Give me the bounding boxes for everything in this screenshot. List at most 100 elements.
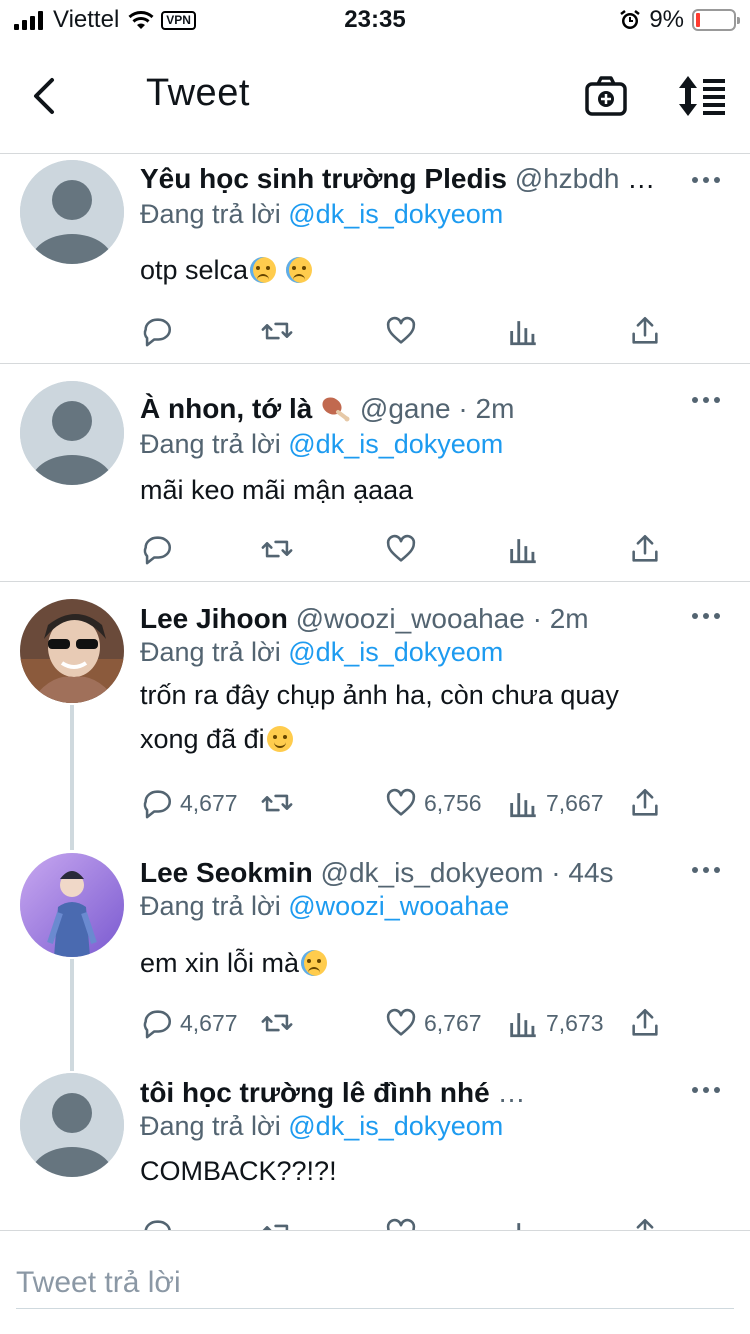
display-name[interactable]: Lee Jihoon — [140, 603, 288, 634]
views-button[interactable] — [506, 311, 540, 351]
reply-button[interactable]: 4,677 — [140, 1003, 238, 1043]
reply-button[interactable] — [140, 529, 174, 569]
tweet-item[interactable]: tôi học trường lê đình nhé … Đang trả lờ… — [0, 1057, 750, 1230]
display-name[interactable]: Lee Seokmin — [140, 857, 313, 888]
profile-photo-jihoon — [20, 599, 124, 703]
tweet-text-line: xong đã đi — [140, 724, 265, 754]
display-name[interactable]: À nhon, tớ là — [140, 393, 312, 424]
tweet-text-line: trốn ra đây chụp ảnh ha, còn chưa quay — [140, 680, 619, 710]
more-options-icon[interactable] — [692, 395, 720, 405]
retweet-button[interactable] — [260, 1003, 294, 1043]
like-button[interactable]: 6,767 — [384, 1003, 482, 1043]
battery-percent: 9% — [649, 6, 684, 33]
default-avatar-icon — [20, 160, 124, 264]
tweet-text: mãi keo mãi mận ạaaa — [140, 475, 414, 505]
views-button[interactable]: 7,673 — [506, 1003, 604, 1043]
camera-add-icon[interactable] — [584, 74, 628, 118]
loudly-crying-face-icon — [285, 257, 312, 283]
retweet-button[interactable] — [260, 1213, 294, 1230]
reply-button[interactable]: 4,677 — [140, 783, 238, 823]
share-button[interactable] — [628, 1213, 662, 1230]
tweet-item[interactable]: À nhon, tớ là @gane · 2m Đang trả lời @d… — [0, 365, 750, 582]
tweet-actions — [140, 311, 680, 351]
share-button[interactable] — [628, 1003, 662, 1043]
avatar[interactable] — [20, 599, 124, 703]
more-options-icon[interactable] — [692, 865, 720, 875]
share-button[interactable] — [628, 311, 662, 351]
views-bar-chart-icon — [517, 1223, 521, 1230]
page-title: Tweet — [146, 72, 250, 114]
alarm-icon — [620, 10, 641, 29]
views-button[interactable] — [506, 529, 540, 569]
retweet-icon — [261, 540, 293, 558]
reply-button[interactable] — [140, 1213, 174, 1230]
retweet-button[interactable] — [260, 783, 294, 823]
replying-to-handle[interactable]: @woozi_wooahae — [288, 891, 509, 921]
replying-to-handle[interactable]: @dk_is_dokyeom — [288, 1111, 503, 1141]
avatar[interactable] — [20, 1073, 124, 1177]
tweet-item[interactable]: Lee Jihoon @woozi_wooahae · 2m Đang trả … — [0, 583, 750, 837]
reply-button[interactable] — [140, 311, 174, 351]
tweet-actions: 4,677 6,756 7,667 — [140, 783, 680, 823]
like-button[interactable] — [384, 1213, 418, 1230]
retweet-button[interactable] — [260, 529, 294, 569]
status-right: 9% — [619, 6, 740, 34]
share-icon — [632, 316, 658, 344]
retweet-button[interactable] — [260, 311, 294, 351]
avatar[interactable] — [20, 160, 124, 264]
default-avatar-icon — [20, 381, 124, 485]
sort-replies-icon[interactable] — [676, 74, 728, 118]
share-button[interactable] — [628, 529, 662, 569]
crying-face-icon — [301, 950, 328, 976]
tweet-text-content: otp selca — [140, 255, 249, 285]
tweet-item[interactable]: Yêu học sinh trường Pledis @hzbdh · … Đa… — [0, 155, 750, 364]
more-options-icon[interactable] — [692, 175, 720, 185]
tweet-text-content: em xin lỗi mà — [140, 948, 300, 978]
share-button[interactable] — [628, 783, 662, 823]
views-button[interactable]: 7,667 — [506, 783, 604, 823]
replying-to-handle[interactable]: @dk_is_dokyeom — [288, 199, 503, 229]
replying-to: Đang trả lời @dk_is_dokyeom — [140, 429, 503, 460]
like-count: 6,756 — [424, 789, 482, 816]
reply-icon — [143, 536, 171, 565]
reply-input[interactable] — [16, 1257, 734, 1309]
views-bar-chart-icon — [510, 321, 536, 346]
views-bar-chart-icon — [510, 793, 536, 818]
back-arrow-icon[interactable] — [24, 74, 64, 118]
loudly-crying-face-icon — [250, 257, 277, 283]
heart-icon — [386, 1008, 416, 1036]
more-options-icon[interactable] — [692, 1085, 720, 1095]
profile-photo-seokmin — [20, 853, 124, 957]
display-name[interactable]: tôi học trường lê đình nhé — [140, 1077, 490, 1108]
tweet-item[interactable]: Lee Seokmin @dk_is_dokyeom · 44s Đang tr… — [0, 837, 750, 1057]
views-count: 7,667 — [546, 789, 604, 816]
like-button[interactable] — [384, 529, 418, 569]
replying-to-label: Đang trả lời — [140, 1111, 289, 1141]
like-button[interactable] — [384, 311, 418, 351]
share-icon — [632, 534, 658, 562]
retweet-icon — [261, 794, 293, 812]
views-count: 7,673 — [546, 1009, 604, 1036]
replying-to-handle[interactable]: @dk_is_dokyeom — [288, 637, 503, 667]
replying-to-label: Đang trả lời — [140, 429, 289, 459]
tweet-actions — [140, 1213, 680, 1230]
retweet-icon — [261, 1014, 293, 1032]
tweet-text: otp selca — [140, 248, 700, 292]
avatar[interactable] — [20, 381, 124, 485]
display-name[interactable]: Yêu học sinh trường Pledis — [140, 163, 507, 194]
share-icon — [636, 1218, 654, 1230]
heart-icon — [386, 788, 416, 816]
more-options-icon[interactable] — [692, 611, 720, 621]
replying-to-handle[interactable]: @dk_is_dokyeom — [288, 429, 503, 459]
avatar[interactable] — [20, 853, 124, 957]
replying-to: Đang trả lời @dk_is_dokyeom — [140, 1111, 503, 1142]
tweet-text: em xin lỗi mà — [140, 941, 700, 985]
tweet-actions — [140, 529, 680, 569]
handle-time: @hzbdh · … — [514, 163, 660, 194]
like-count: 6,767 — [424, 1009, 482, 1036]
heart-icon — [386, 316, 416, 344]
like-button[interactable]: 6,756 — [384, 783, 482, 823]
views-button[interactable] — [506, 1213, 540, 1230]
handle-time: @woozi_wooahae · 2m — [295, 603, 589, 634]
reply-feed[interactable]: Yêu học sinh trường Pledis @hzbdh · … Đa… — [0, 155, 750, 1230]
